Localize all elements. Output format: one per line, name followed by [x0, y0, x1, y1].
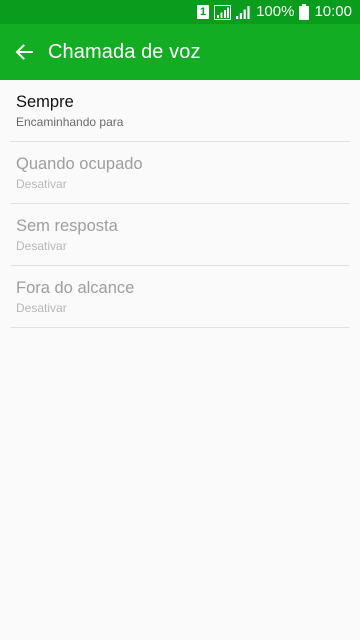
signal-strength-sim2-icon: [236, 5, 251, 19]
status-bar: 1 100% 10:00: [0, 0, 360, 24]
call-forwarding-list: Sempre Encaminhando para Quando ocupado …: [0, 80, 360, 328]
list-item-sempre[interactable]: Sempre Encaminhando para: [10, 80, 350, 142]
clock: 10:00: [314, 3, 352, 20]
sim-1-icon: 1: [197, 5, 210, 19]
item-title: Fora do alcance: [16, 279, 135, 297]
list-item-fora-do-alcance[interactable]: Fora do alcance Desativar: [10, 266, 350, 328]
page-title: Chamada de voz: [48, 40, 201, 63]
item-title: Quando ocupado: [16, 155, 143, 173]
battery-icon: [299, 4, 310, 20]
list-item-sem-resposta[interactable]: Sem resposta Desativar: [10, 204, 350, 266]
item-title: Sempre: [16, 93, 74, 111]
battery-percent: 100%: [256, 3, 295, 20]
app-bar: Chamada de voz: [0, 24, 360, 80]
item-summary: Desativar: [16, 239, 67, 253]
item-title: Sem resposta: [16, 217, 118, 235]
signal-strength-sim1-icon: [214, 4, 232, 20]
item-summary: Desativar: [16, 177, 67, 191]
item-summary: Encaminhando para: [16, 115, 124, 129]
sim-slot-label: 1: [197, 5, 210, 19]
item-summary: Desativar: [16, 301, 67, 315]
list-item-quando-ocupado[interactable]: Quando ocupado Desativar: [10, 142, 350, 204]
back-button[interactable]: [0, 24, 48, 80]
arrow-left-icon: [15, 43, 33, 61]
